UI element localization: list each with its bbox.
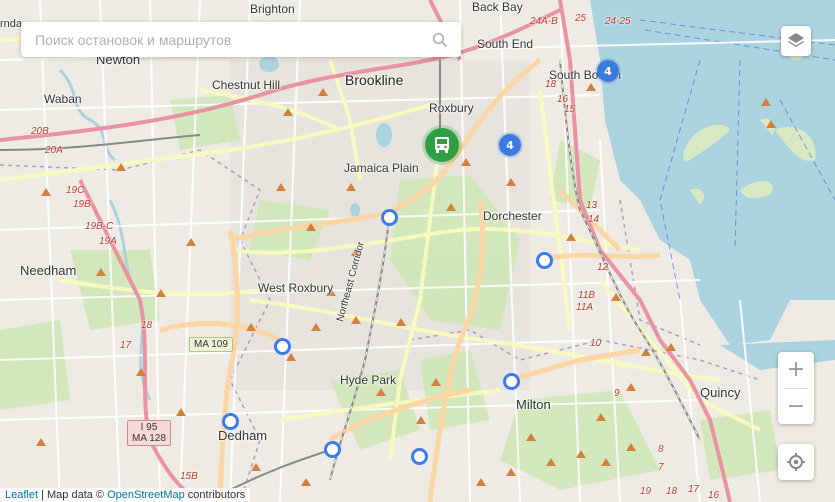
route-label: 19A [99,236,117,247]
stop-cluster-roxbury[interactable]: 4 [499,134,521,156]
search-input[interactable] [21,23,425,56]
osm-link[interactable]: OpenStreetMap [107,489,185,501]
route-label: 19B-C [85,221,114,232]
route-label: 11B [578,290,596,301]
route-label: 7 [658,462,664,473]
route-label: 19 [640,486,652,497]
place-south-end: South End [477,37,534,51]
route-label: 10 [590,338,602,349]
place-edge-fragment: rnda [0,18,23,30]
route-label: 13 [586,200,598,211]
place-chestnut-hill: Chestnut Hill [212,78,281,92]
bus-vehicle-marker[interactable] [425,128,459,162]
zoom-in-button[interactable]: + [778,352,814,388]
map-attribution: Leaflet | Map data © OpenStreetMap contr… [0,488,251,502]
shield-i95-ma128: I 95 MA 128 [127,420,171,446]
route-label: 19C [66,185,85,196]
route-label: 12 [597,262,609,273]
stop-marker[interactable] [381,209,398,226]
route-label: 16 [708,490,720,501]
route-label: 20B [31,126,49,137]
crosshair-icon [787,453,805,471]
place-hyde-park: Hyde Park [340,373,397,387]
route-label: 18 [666,486,678,497]
place-waban: Waban [44,92,82,106]
route-label: 20A [45,145,63,156]
shield-i95-label: I 95 [140,422,158,433]
route-label: 18 [141,320,153,331]
route-label: 25 [575,13,587,24]
layers-button[interactable] [781,26,811,56]
place-needham: Needham [20,263,77,278]
place-quincy: Quincy [700,385,741,400]
zoom-control: + − [778,352,814,424]
search-box [21,22,461,57]
route-label: 24A-B [530,16,558,27]
route-label: 17 [688,484,700,495]
place-dedham: Dedham [218,428,268,443]
attribution-tail: contributors [184,489,246,501]
stop-marker[interactable] [324,441,341,458]
place-back-bay: Back Bay [472,0,523,14]
locate-button[interactable] [778,444,814,480]
route-label: 15 [564,104,576,115]
leaflet-link[interactable]: Leaflet [5,489,38,501]
place-west-roxbury: West Roxbury [258,281,334,295]
map-canvas[interactable]: Brighton Back Bay South End Newton Brook… [0,0,835,502]
layers-icon [788,33,804,47]
stop-marker[interactable] [222,413,239,430]
bus-icon [435,137,449,153]
search-icon[interactable] [425,25,455,55]
place-dorchester: Dorchester [483,209,542,223]
place-roxbury: Roxbury [429,101,474,115]
stop-cluster-south-boston[interactable]: 4 [597,60,619,82]
stop-marker[interactable] [536,252,553,269]
route-label: 9 [614,388,620,399]
stop-marker[interactable] [503,373,520,390]
route-label: 11A [576,302,594,313]
route-label: 24-25 [605,16,631,27]
base-map-tiles [0,0,835,502]
place-brighton: Brighton [250,2,295,16]
place-milton: Milton [516,397,551,412]
route-label: 14 [588,214,600,225]
attribution-separator: | Map data © [38,489,108,501]
place-brookline: Brookline [345,72,404,88]
shield-ma128-label: MA 128 [132,433,166,444]
route-label: 17 [120,340,132,351]
stop-marker[interactable] [411,448,428,465]
place-jamaica-plain: Jamaica Plain [344,161,419,175]
route-label: 8 [658,444,664,455]
route-label: 18 [545,79,557,90]
zoom-out-button[interactable]: − [778,388,814,424]
route-label: 15B [180,471,198,482]
stop-marker[interactable] [274,338,291,355]
route-label: 19B [73,199,91,210]
shield-ma-109: MA 109 [189,337,233,352]
